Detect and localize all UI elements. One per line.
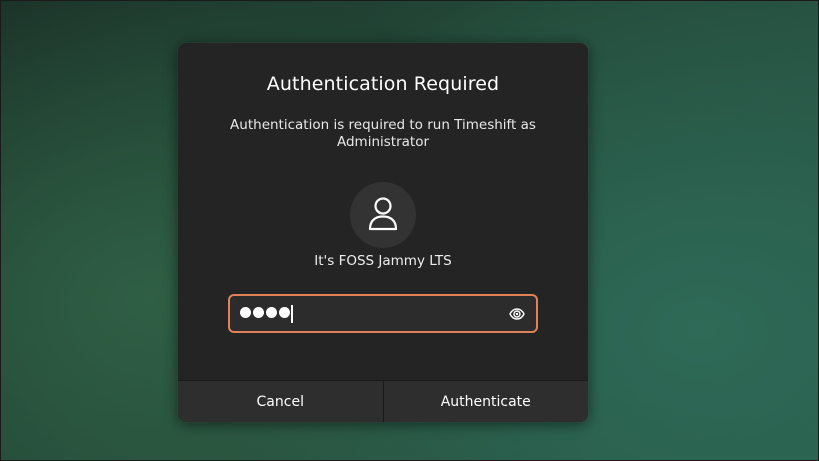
password-dot: [240, 307, 251, 318]
eye-icon[interactable]: [509, 306, 525, 322]
dialog-title: Authentication Required: [266, 73, 500, 95]
dialog-description: Authentication is required to run Timesh…: [230, 117, 536, 150]
cancel-button[interactable]: Cancel: [178, 381, 384, 422]
user-avatar: [350, 182, 416, 248]
dialog-button-bar: Cancel Authenticate: [178, 380, 588, 422]
authenticate-button[interactable]: Authenticate: [384, 381, 589, 422]
user-name: It's FOSS Jammy LTS: [314, 253, 452, 269]
password-dot: [266, 307, 277, 318]
text-caret: [291, 305, 293, 323]
password-input[interactable]: [228, 294, 538, 333]
password-dot: [279, 307, 290, 318]
password-mask: [240, 307, 290, 318]
authentication-dialog: Authentication Required Authentication i…: [178, 43, 588, 422]
user-icon: [368, 197, 398, 231]
password-dot: [253, 307, 264, 318]
